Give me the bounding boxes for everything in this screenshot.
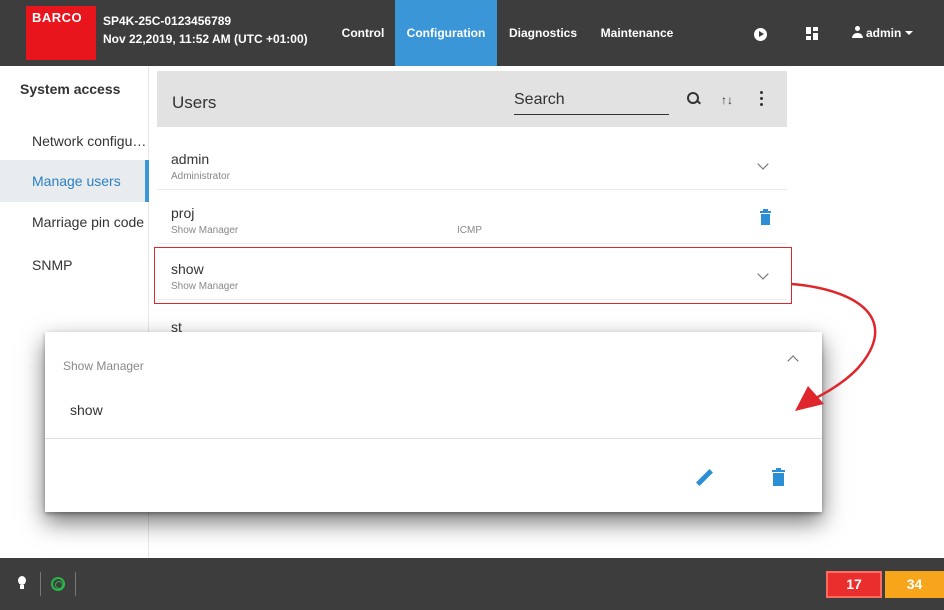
sidebar-item-snmp[interactable]: SNMP — [0, 244, 149, 286]
user-name: proj — [171, 205, 195, 221]
error-count-badge[interactable]: 17 — [826, 571, 882, 598]
status-ring-icon[interactable] — [51, 577, 65, 591]
user-role: Show Manager — [171, 225, 239, 236]
user-row-admin[interactable]: admin Administrator — [157, 138, 787, 190]
bulb-icon[interactable] — [17, 576, 27, 592]
play-icon[interactable] — [754, 28, 767, 41]
device-name: SP4K-25C-0123456789 — [103, 14, 232, 28]
sidebar-item-marriage-pin-code[interactable]: Marriage pin code — [0, 201, 149, 243]
user-protocol: ICMP — [457, 225, 482, 236]
highlight-box — [154, 247, 792, 304]
card-role: Show Manager — [63, 359, 144, 373]
more-icon[interactable] — [759, 91, 765, 107]
divider — [45, 438, 822, 439]
barco-logo: BARCO — [26, 6, 96, 60]
brand-name: BARCO — [32, 10, 83, 25]
tab-maintenance[interactable]: Maintenance — [588, 0, 686, 66]
caret-down-icon — [905, 31, 914, 35]
sidebar-item-manage-users[interactable]: Manage users — [0, 160, 149, 202]
user-menu-label: admin — [866, 26, 902, 40]
page-title: Users — [172, 93, 217, 112]
warning-count-badge[interactable]: 34 — [885, 571, 944, 598]
user-detail-card: Show Manager show — [45, 332, 822, 512]
tab-control[interactable]: Control — [333, 0, 393, 66]
trash-icon[interactable] — [760, 209, 771, 225]
divider — [40, 572, 41, 596]
top-bar: BARCO SP4K-25C-0123456789 Nov 22,2019, 1… — [0, 0, 944, 66]
tab-diagnostics[interactable]: Diagnostics — [500, 0, 586, 66]
search-icon[interactable] — [686, 91, 702, 107]
status-bar: 17 34 — [0, 558, 944, 610]
sidebar-header: System access — [20, 81, 121, 97]
sidebar-item-network-configuration[interactable]: Network configur… — [0, 120, 149, 162]
trash-icon[interactable] — [772, 468, 785, 487]
device-datetime: Nov 22,2019, 11:52 AM (UTC +01:00) — [103, 32, 308, 46]
chevron-down-icon[interactable] — [757, 158, 769, 170]
chevron-up-icon[interactable] — [787, 355, 799, 367]
user-role: Administrator — [171, 171, 230, 182]
card-user-name: show — [70, 402, 103, 418]
sort-icon[interactable]: ↑↓ — [721, 92, 735, 108]
users-header: Users ↑↓ — [157, 71, 787, 127]
user-menu[interactable]: admin — [852, 26, 914, 42]
user-row-proj[interactable]: proj Show Manager ICMP — [157, 192, 787, 244]
tab-configuration[interactable]: Configuration — [395, 0, 497, 66]
edit-icon[interactable] — [696, 469, 713, 487]
search-input[interactable] — [514, 85, 669, 115]
user-name: admin — [171, 151, 210, 167]
person-icon — [852, 26, 863, 38]
divider — [75, 572, 76, 596]
layout-icon[interactable] — [806, 27, 818, 40]
